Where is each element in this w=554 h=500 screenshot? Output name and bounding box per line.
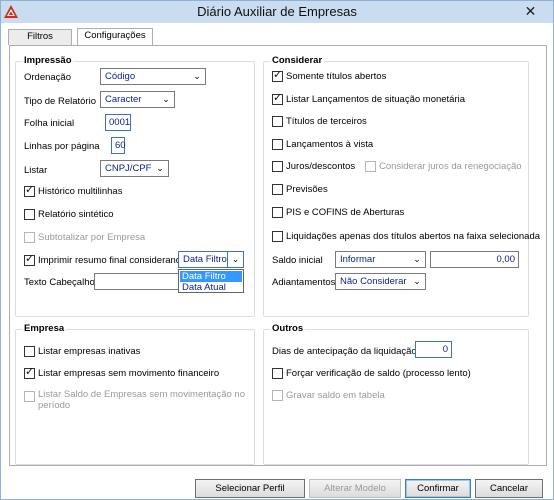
listar-saldo-sem-movimentacao-label: Listar Saldo de Empresas sem movimentaçã… [38,389,245,400]
forcar-verificacao-label: Forçar verificação de saldo (processo le… [286,368,471,379]
pis-cofins-label: PIS e COFINS de Aberturas [286,207,405,218]
selecionar-perfil-button[interactable]: Selecionar Perfil [195,479,305,498]
chevron-down-icon: ⌄ [227,252,243,267]
dialog-window: Diário Auxiliar de Empresas ✕ Filtros Co… [0,0,554,500]
chevron-down-icon: ⌄ [156,163,164,173]
considerar-juros-renegociacao-checkbox[interactable] [365,161,376,172]
subtotalizar-empresa-label: Subtotalizar por Empresa [38,232,146,243]
check-icon: ✓ [273,92,283,104]
ordenacao-select[interactable]: Código ⌄ [100,68,206,85]
alterar-modelo-button[interactable]: Alterar Modelo [309,479,401,498]
adiantamentos-label: Adiantamentos [272,277,336,288]
check-icon: ✓ [25,366,35,378]
gravar-saldo-label: Gravar saldo em tabela [286,390,385,401]
check-icon: ✓ [25,184,35,196]
tab-filtros[interactable]: Filtros [8,29,72,45]
folha-inicial-input[interactable]: 0001 [105,114,131,131]
saldo-inicial-label: Saldo inicial [272,255,323,266]
close-icon: ✕ [524,3,537,19]
tipo-relatorio-select[interactable]: Caracter ⌄ [100,91,175,108]
chevron-down-icon: ⌄ [193,71,201,81]
window-title: Diário Auxiliar de Empresas [197,4,357,19]
dropdown-option-data-atual[interactable]: Data Atual [180,282,242,293]
title-bar: Diário Auxiliar de Empresas ✕ [1,1,553,23]
dias-antecipacao-label: Dias de antecipação da liquidação [272,346,417,357]
chevron-down-icon: ⌄ [413,254,421,264]
cancelar-button[interactable]: Cancelar [475,479,543,498]
imprimir-resumo-checkbox[interactable]: ✓ [24,253,35,266]
listar-saldo-sem-movimentacao-label-line2: período [38,400,71,411]
listar-sem-movimento-checkbox[interactable]: ✓ [24,366,35,379]
saldo-inicial-select[interactable]: Informar ⌄ [335,251,426,268]
relatorio-sintetico-label: Relatório sintético [38,209,114,220]
listar-empresas-inativas-label: Listar empresas inativas [38,346,141,357]
imprimir-resumo-dropdown-list: Data Filtro Data Atual [178,269,244,293]
imprimir-resumo-select[interactable]: Data Filtro ⌄ [178,251,244,268]
group-outros-title: Outros [270,323,306,334]
linhas-por-pagina-input[interactable]: 60 [111,137,126,154]
linhas-por-pagina-label: Linhas por página [24,141,100,152]
group-considerar-title: Considerar [270,55,325,66]
historico-multilinhas-checkbox[interactable]: ✓ [24,184,35,197]
considerar-juros-renegociacao-label: Considerar juros da renegociação [379,161,522,172]
saldo-inicial-amount-input[interactable]: 0,00 [430,251,519,268]
chevron-down-icon: ⌄ [162,94,170,104]
close-button[interactable]: ✕ [508,2,553,21]
imprimir-resumo-label: Imprimir resumo final considerando [38,255,187,266]
listar-lancamentos-monetaria-label: Listar Lançamentos de situação monetária [286,94,466,105]
ordenacao-label: Ordenação [24,72,72,83]
listar-lancamentos-monetaria-checkbox[interactable]: ✓ [272,92,283,105]
titulos-terceiros-checkbox[interactable] [272,116,283,127]
texto-cabecalho-label: Texto Cabeçalho [24,277,95,288]
lancamentos-vista-checkbox[interactable] [272,139,283,150]
pis-cofins-checkbox[interactable] [272,207,283,218]
forcar-verificacao-checkbox[interactable] [272,368,283,379]
somente-titulos-abertos-label: Somente títulos abertos [286,71,387,82]
juros-descontos-checkbox[interactable] [272,161,283,172]
dias-antecipacao-input[interactable]: 0 [415,341,452,358]
listar-select[interactable]: CNPJ/CPF ⌄ [100,160,169,177]
subtotalizar-empresa-checkbox[interactable] [24,232,35,243]
group-empresa-title: Empresa [22,323,67,334]
lancamentos-vista-label: Lançamentos à vista [286,139,374,150]
listar-sem-movimento-label: Listar empresas sem movimento financeiro [38,368,220,379]
historico-multilinhas-label: Histórico multilinhas [38,186,123,197]
chevron-down-icon: ⌄ [413,276,421,286]
check-icon: ✓ [273,69,283,81]
relatorio-sintetico-checkbox[interactable] [24,209,35,220]
somente-titulos-abertos-checkbox[interactable]: ✓ [272,69,283,82]
previsoes-label: Previsões [286,184,328,195]
listar-saldo-sem-movimentacao-checkbox[interactable] [24,391,35,402]
confirmar-button[interactable]: Confirmar [405,479,471,498]
group-impressao-title: Impressão [22,55,74,66]
gravar-saldo-checkbox[interactable] [272,390,283,401]
folha-inicial-label: Folha inicial [24,118,75,129]
tab-configuracoes[interactable]: Configurações [77,28,153,45]
tipo-relatorio-label: Tipo de Relatório [24,96,96,107]
titulos-terceiros-label: Títulos de terceiros [286,116,367,127]
dropdown-option-data-filtro[interactable]: Data Filtro [180,271,242,282]
previsoes-checkbox[interactable] [272,184,283,195]
check-icon: ✓ [25,253,35,265]
liquidacoes-label: Liquidações apenas dos títulos abertos n… [286,231,541,242]
listar-label: Listar [24,165,48,176]
liquidacoes-checkbox[interactable] [272,231,283,242]
listar-empresas-inativas-checkbox[interactable] [24,346,35,357]
juros-descontos-label: Juros/descontos [286,161,356,172]
adiantamentos-select[interactable]: Não Considerar ⌄ [335,273,426,290]
